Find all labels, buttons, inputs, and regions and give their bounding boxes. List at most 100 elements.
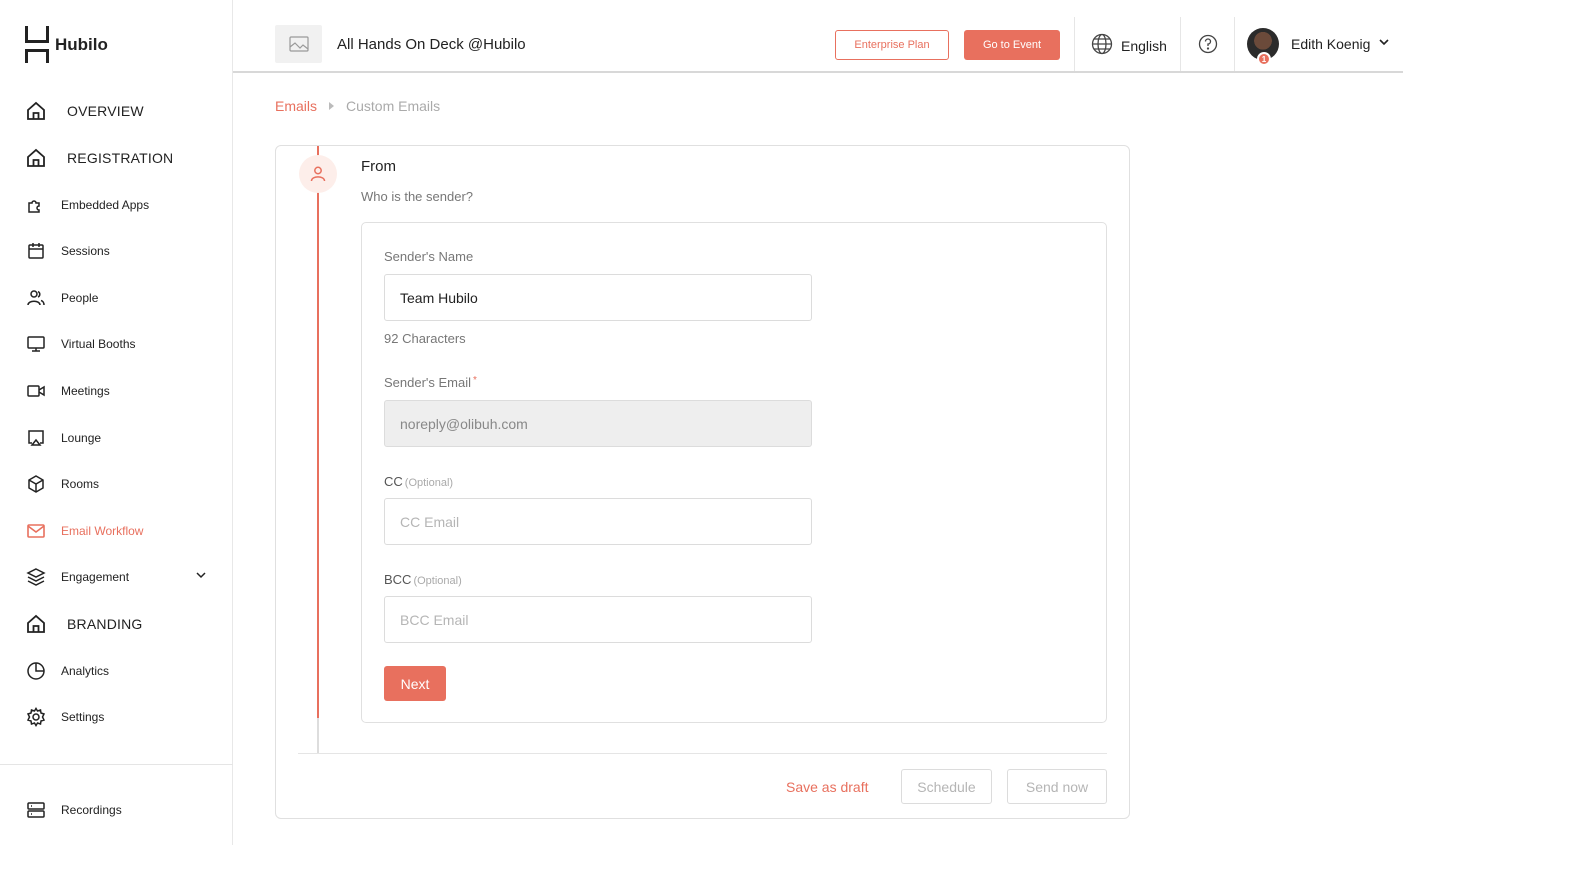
step-timeline xyxy=(317,146,319,718)
bcc-label: BCC (Optional) xyxy=(384,572,462,587)
user-name: Edith Koenig xyxy=(1291,36,1371,52)
pie-chart-icon xyxy=(25,660,47,682)
home-icon xyxy=(25,147,47,169)
header-separator xyxy=(1074,17,1075,71)
step-title: From xyxy=(361,158,396,175)
sidebar-item-people[interactable]: People xyxy=(25,286,98,310)
sidebar-item-sessions[interactable]: Sessions xyxy=(25,239,110,263)
sidebar-divider xyxy=(0,764,233,765)
character-count: 92 Characters xyxy=(384,331,466,346)
sidebar-item-embedded-apps[interactable]: Embedded Apps xyxy=(25,193,149,217)
send-now-button[interactable]: Send now xyxy=(1007,769,1107,804)
header-separator xyxy=(1180,17,1181,71)
breadcrumb-emails-link[interactable]: Emails xyxy=(275,98,317,114)
sidebar-item-meetings[interactable]: Meetings xyxy=(25,379,110,403)
sidebar-item-label: Recordings xyxy=(61,803,122,817)
sidebar-item-label: Analytics xyxy=(61,664,110,678)
avatar: 1 xyxy=(1247,28,1279,66)
sender-name-input[interactable]: Team Hubilo xyxy=(384,274,812,321)
email-editor-card: From Who is the sender? Sender's Name Te… xyxy=(275,145,1130,819)
sidebar: Hubilo OVERVIEW REGISTRATION Embedded Ap… xyxy=(0,0,233,845)
sidebar-item-engagement[interactable]: Engagement xyxy=(25,565,206,589)
breadcrumb-current: Custom Emails xyxy=(346,98,441,114)
sidebar-item-rooms[interactable]: Rooms xyxy=(25,472,99,496)
sidebar-item-settings[interactable]: Settings xyxy=(25,705,104,729)
sender-email-label-text: Sender's Email xyxy=(384,375,472,390)
breadcrumb-separator-icon xyxy=(329,102,335,110)
sidebar-item-label: BRANDING xyxy=(67,616,143,632)
sender-name-label: Sender's Name xyxy=(384,249,474,264)
go-to-event-button[interactable]: Go to Event xyxy=(964,30,1060,60)
top-header: All Hands On Deck @Hubilo Enterprise Pla… xyxy=(233,0,1403,73)
gear-icon xyxy=(25,706,47,728)
sender-email-input: noreply@olibuh.com xyxy=(384,400,812,447)
help-icon[interactable] xyxy=(1198,34,1218,59)
language-label: English xyxy=(1121,37,1167,54)
enterprise-plan-button[interactable]: Enterprise Plan xyxy=(835,30,949,60)
save-as-draft-button[interactable]: Save as draft xyxy=(786,779,869,795)
next-button[interactable]: Next xyxy=(384,666,446,701)
sidebar-item-label: Settings xyxy=(61,710,105,724)
notification-badge: 1 xyxy=(1257,52,1271,66)
breadcrumb: Emails Custom Emails xyxy=(275,98,440,114)
sidebar-item-label: Embedded Apps xyxy=(61,198,150,212)
layers-icon xyxy=(25,566,47,588)
monitor-icon xyxy=(25,333,47,355)
language-selector[interactable]: English xyxy=(1091,33,1167,58)
step-timeline-inactive xyxy=(317,718,319,754)
globe-icon xyxy=(1091,33,1113,58)
chevron-down-icon xyxy=(1378,35,1390,53)
sidebar-item-label: Virtual Booths xyxy=(61,337,136,351)
cube-icon xyxy=(25,473,47,495)
sidebar-item-label: Sessions xyxy=(61,244,110,258)
event-title: All Hands On Deck @Hubilo xyxy=(337,36,526,53)
sender-form: Sender's Name Team Hubilo 92 Characters … xyxy=(361,222,1107,723)
user-menu[interactable]: 1 Edith Koenig xyxy=(1247,28,1390,66)
sidebar-item-label: OVERVIEW xyxy=(67,103,144,119)
home-icon xyxy=(25,613,47,635)
home-icon xyxy=(25,100,47,122)
video-icon xyxy=(25,380,47,402)
server-icon xyxy=(25,799,47,821)
sidebar-item-label: Lounge xyxy=(61,431,102,445)
optional-hint: (Optional) xyxy=(413,575,462,587)
cc-email-input[interactable]: CC Email xyxy=(384,498,812,545)
cc-label-text: CC xyxy=(384,474,403,489)
card-footer-divider xyxy=(298,753,1107,754)
event-image-placeholder xyxy=(275,25,322,63)
bcc-label-text: BCC xyxy=(384,572,412,587)
sidebar-item-lounge[interactable]: Lounge xyxy=(25,426,101,450)
schedule-button[interactable]: Schedule xyxy=(901,769,992,804)
chevron-down-icon[interactable] xyxy=(195,568,207,586)
sidebar-item-registration[interactable]: REGISTRATION xyxy=(25,146,173,170)
mail-icon xyxy=(25,520,47,542)
hubilo-logo-icon xyxy=(25,26,49,64)
sidebar-item-branding[interactable]: BRANDING xyxy=(25,612,143,636)
calendar-icon xyxy=(25,240,47,262)
cc-label: CC (Optional) xyxy=(384,474,453,489)
sidebar-item-overview[interactable]: OVERVIEW xyxy=(25,99,144,123)
optional-hint: (Optional) xyxy=(404,477,454,489)
people-icon xyxy=(25,287,47,309)
cast-icon xyxy=(25,427,47,449)
sidebar-item-label: People xyxy=(61,291,99,305)
sidebar-item-label: Email Workflow xyxy=(61,524,144,538)
sidebar-item-label: REGISTRATION xyxy=(67,150,174,166)
puzzle-icon xyxy=(25,194,47,216)
sidebar-item-analytics[interactable]: Analytics xyxy=(25,659,109,683)
sidebar-item-label: Meetings xyxy=(61,384,110,398)
sidebar-item-virtual-booths[interactable]: Virtual Booths xyxy=(25,332,136,356)
required-mark: * xyxy=(473,375,477,386)
sidebar-item-label: Rooms xyxy=(61,477,100,491)
header-separator xyxy=(1234,17,1235,71)
sender-email-label: Sender's Email * xyxy=(384,375,477,390)
sidebar-item-recordings[interactable]: Recordings xyxy=(25,798,122,822)
bcc-email-input[interactable]: BCC Email xyxy=(384,596,812,643)
step-subtitle: Who is the sender? xyxy=(361,189,474,204)
image-icon xyxy=(288,36,309,52)
sidebar-item-email-workflow[interactable]: Email Workflow xyxy=(25,519,143,543)
brand-logo[interactable]: Hubilo xyxy=(25,26,108,64)
sidebar-item-label: Engagement xyxy=(61,570,130,584)
user-icon xyxy=(299,155,337,193)
brand-name: Hubilo xyxy=(55,35,108,54)
